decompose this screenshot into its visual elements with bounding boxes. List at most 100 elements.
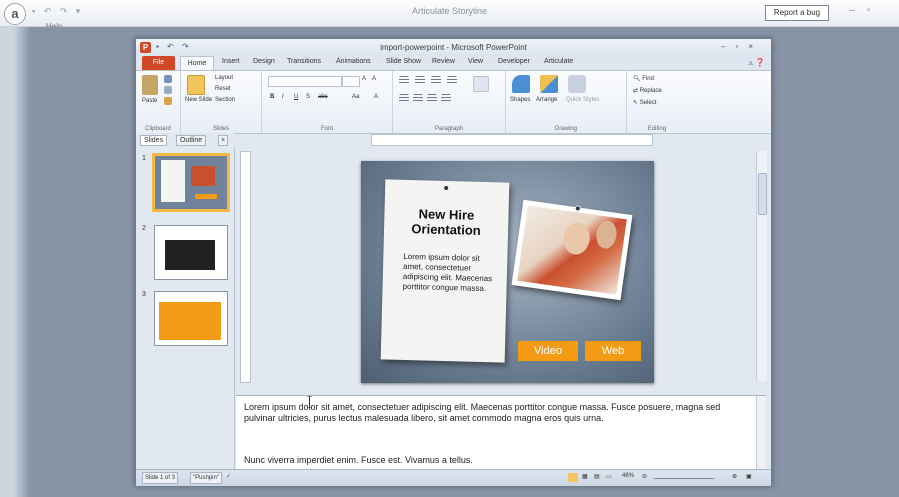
slide-thumb-3[interactable]	[154, 291, 228, 346]
slide-body-text[interactable]: Lorem ipsum dolor sit amet, consectetuer…	[402, 252, 493, 294]
new-slide-button[interactable]: New Slide	[185, 97, 212, 103]
font-size-box[interactable]	[342, 76, 360, 87]
strikethrough-button[interactable]: abc	[318, 94, 328, 100]
scroll-thumb[interactable]	[758, 173, 767, 215]
slide-canvas[interactable]: New Hire Orientation Lorem ipsum dolor s…	[361, 161, 654, 383]
layout-button[interactable]: Layout	[215, 75, 233, 81]
find-label: Find	[642, 76, 654, 82]
zoom-level[interactable]: 46%	[622, 473, 634, 479]
video-button[interactable]: Video	[518, 341, 578, 361]
thumb-video	[165, 240, 215, 270]
close-panel-icon[interactable]: ×	[218, 135, 229, 146]
tab-review[interactable]: Review	[432, 58, 455, 65]
pinned-paper[interactable]: New Hire Orientation Lorem ipsum dolor s…	[380, 179, 510, 363]
thumb-buttons	[195, 194, 217, 199]
notes-pane[interactable]: Lorem ipsum dolor sit amet, consectetuer…	[236, 395, 766, 472]
zoom-in-icon[interactable]: ⊕	[732, 473, 737, 480]
maximize-icon[interactable]: ▫	[867, 5, 883, 16]
restore-icon[interactable]: ▫	[735, 42, 748, 51]
grow-font-button[interactable]: A	[362, 76, 366, 82]
underline-button[interactable]: U	[294, 94, 298, 100]
slide-title[interactable]: New Hire Orientation	[384, 205, 509, 238]
section-button[interactable]: Section	[215, 97, 235, 103]
select-icon: ↖	[633, 100, 639, 106]
arrange-button[interactable]: Arrange	[536, 97, 557, 103]
shapes-button[interactable]: Shapes	[510, 97, 530, 103]
increase-indent-icon[interactable]	[447, 76, 457, 84]
find-button[interactable]: 🔍︎ Find	[633, 75, 654, 82]
ppt-window-controls[interactable]: –▫×	[721, 42, 763, 51]
group-paragraph: Paragraph	[393, 71, 506, 133]
sorter-view-icon[interactable]: ▦	[582, 473, 588, 480]
tab-articulate[interactable]: Articulate	[544, 58, 573, 65]
cut-icon[interactable]	[164, 75, 172, 83]
reset-button[interactable]: Reset	[215, 86, 231, 92]
decrease-indent-icon[interactable]	[431, 76, 441, 84]
replace-button[interactable]: ⇄ Replace	[633, 87, 662, 94]
tab-file[interactable]: File	[142, 56, 175, 70]
vertical-ruler	[240, 151, 251, 383]
close-icon[interactable]: ×	[748, 42, 763, 51]
notes-paragraph-2[interactable]: Nunc viverra imperdiet enim. Fusce est. …	[244, 455, 744, 466]
tab-animations[interactable]: Animations	[336, 58, 371, 65]
report-bug-button[interactable]: Report a bug	[765, 5, 829, 21]
copy-icon[interactable]	[164, 86, 172, 94]
change-case-button[interactable]: Aa	[352, 94, 359, 100]
slideshow-view-icon[interactable]: ▭	[606, 473, 612, 480]
paste-button[interactable]: Paste	[142, 98, 157, 104]
font-name-box[interactable]	[268, 76, 342, 87]
align-right-icon[interactable]	[427, 94, 437, 102]
tab-home[interactable]: Home	[180, 56, 214, 71]
help-icon[interactable]: ▵ ❓	[749, 58, 765, 67]
italic-button[interactable]: I	[282, 94, 284, 100]
shapes-icon[interactable]	[512, 75, 530, 93]
editor-scrollbar[interactable]	[756, 151, 767, 381]
group-label-clipboard: Clipboard	[145, 126, 171, 132]
slide-thumb-2[interactable]	[154, 225, 228, 280]
arrange-icon[interactable]	[540, 75, 558, 93]
format-painter-icon[interactable]	[164, 97, 172, 105]
paste-icon[interactable]	[142, 75, 158, 95]
align-center-icon[interactable]	[413, 94, 423, 102]
reading-view-icon[interactable]: ▤	[594, 473, 600, 480]
quick-styles-button[interactable]: Quick Styles	[566, 97, 599, 103]
numbering-icon[interactable]	[415, 76, 425, 84]
text-direction-icon[interactable]	[473, 76, 489, 92]
tab-design[interactable]: Design	[253, 58, 275, 65]
notes-paragraph-1[interactable]: Lorem ipsum dolor sit amet, consectetuer…	[244, 402, 744, 424]
justify-icon[interactable]	[441, 94, 451, 102]
ppt-window-title: import-powerpoint - Microsoft PowerPoint	[380, 43, 527, 52]
panel-tabs: Slides Outline ×	[136, 133, 234, 147]
tab-slides[interactable]: Slides	[140, 135, 168, 146]
bullets-icon[interactable]	[399, 76, 409, 84]
slide-photo[interactable]	[511, 199, 633, 301]
bold-button[interactable]: B	[270, 94, 274, 100]
spell-check-icon[interactable]: ✓	[226, 473, 231, 480]
zoom-out-icon[interactable]: ⊖	[642, 473, 647, 480]
tab-outline[interactable]: Outline	[176, 135, 207, 146]
select-button[interactable]: ↖ Select	[633, 99, 656, 106]
font-color-button[interactable]: A	[374, 94, 378, 100]
shrink-font-button[interactable]: A	[372, 76, 376, 82]
powerpoint-window: P ▪ ↶ ↷ import-powerpoint - Microsoft Po…	[135, 38, 772, 486]
shadow-button[interactable]: S	[306, 94, 310, 100]
align-left-icon[interactable]	[399, 94, 409, 102]
web-button[interactable]: Web	[585, 341, 641, 361]
normal-view-icon[interactable]	[568, 473, 578, 482]
tab-view[interactable]: View	[468, 58, 483, 65]
quick-styles-icon[interactable]	[568, 75, 586, 93]
new-slide-icon[interactable]	[187, 75, 205, 95]
pushpin-icon	[574, 205, 582, 212]
minimize-icon[interactable]: –	[721, 42, 735, 51]
notes-scrollbar[interactable]	[756, 396, 766, 472]
fit-to-window-icon[interactable]: ▣	[746, 473, 752, 480]
zoom-slider[interactable]	[654, 478, 714, 479]
tab-transitions[interactable]: Transitions	[287, 58, 321, 65]
tab-developer[interactable]: Developer	[498, 58, 530, 65]
tab-slide-show[interactable]: Slide Show	[386, 58, 421, 65]
minimize-icon[interactable]: –	[849, 5, 867, 16]
storyline-titlebar: a ▪ ↶ ↷ ▾ Articulate Storyline Report a …	[0, 0, 899, 27]
slide-thumb-1[interactable]	[152, 153, 230, 212]
window-controls[interactable]: –▫	[849, 5, 882, 16]
tab-insert[interactable]: Insert	[222, 58, 240, 65]
